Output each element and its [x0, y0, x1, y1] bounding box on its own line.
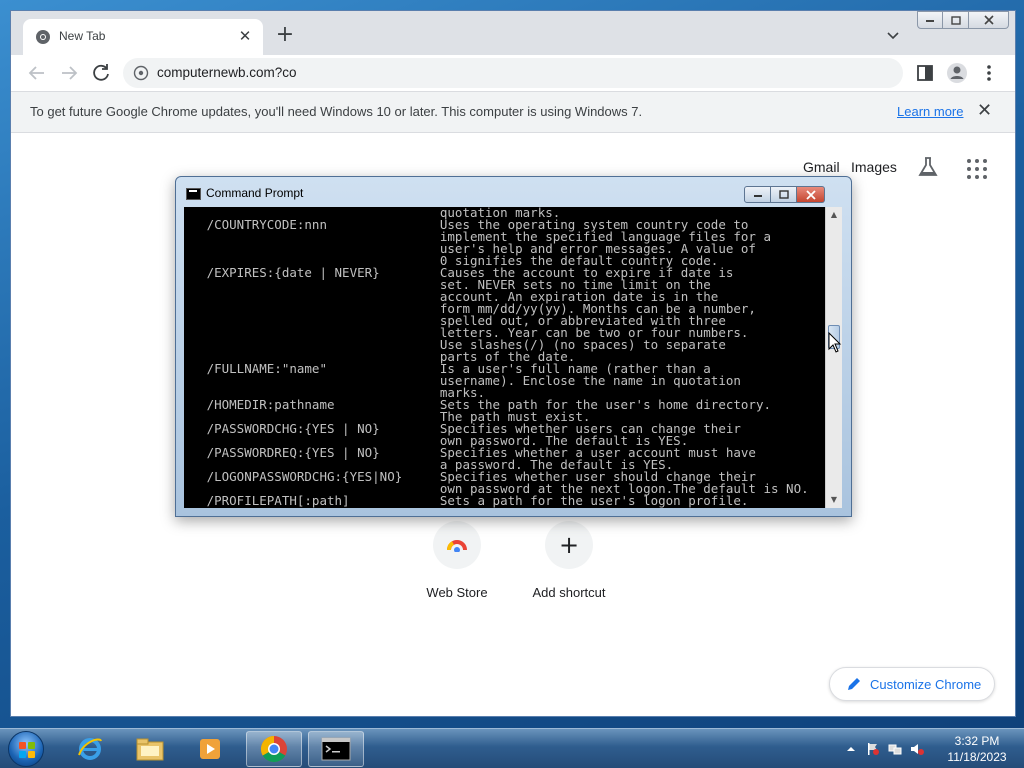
scroll-down-icon[interactable]: ▼ [826, 492, 842, 508]
cmd-scrollbar[interactable]: ▲ ▼ [825, 207, 842, 508]
tab-title: New Tab [59, 29, 106, 43]
gmail-link[interactable]: Gmail [803, 159, 840, 175]
shortcut-label: Web Store [426, 585, 488, 600]
update-infobar: To get future Google Chrome updates, you… [11, 91, 1015, 133]
command-prompt-icon [321, 737, 351, 761]
side-panel-icon[interactable] [913, 61, 937, 85]
infobar-close-icon[interactable]: ✕ [977, 100, 992, 121]
back-arrow-icon[interactable] [25, 61, 49, 85]
taskbar-media-player[interactable] [182, 731, 238, 767]
taskbar-command-prompt[interactable] [308, 731, 364, 767]
chrome-icon [260, 735, 287, 763]
more-menu-icon[interactable] [977, 61, 1001, 85]
taskbar-file-explorer[interactable] [122, 731, 178, 767]
shortcut-label: Add shortcut [532, 585, 606, 600]
mouse-cursor-icon [828, 332, 842, 353]
tab-new-tab[interactable]: New Tab ✕ [23, 19, 263, 55]
shortcut-web-store[interactable]: Web Store [407, 521, 507, 600]
console-line: /PROFILEPATH[:path] Sets a path for the … [184, 493, 749, 508]
images-link[interactable]: Images [851, 159, 897, 175]
tab-search-chevron-icon[interactable] [885, 27, 901, 43]
media-player-icon [200, 739, 220, 759]
labs-flask-icon[interactable] [917, 156, 939, 178]
window-controls [917, 11, 1011, 31]
forward-arrow-icon[interactable] [57, 61, 81, 85]
pencil-icon [848, 678, 860, 690]
show-hidden-icons-icon[interactable] [844, 742, 858, 756]
clock-time: 3:32 PM [954, 734, 1000, 748]
cmd-maximize-button[interactable] [771, 186, 797, 203]
taskbar-internet-explorer[interactable] [62, 731, 118, 767]
network-icon[interactable] [888, 742, 902, 756]
maximize-icon [778, 190, 789, 199]
taskbar-clock[interactable]: 3:32 PM 11/18/2023 [938, 733, 1016, 765]
minimize-button[interactable] [917, 11, 943, 29]
command-prompt-window[interactable]: Command Prompt quotation marks. /COUNTRY… [175, 176, 852, 517]
scroll-up-icon[interactable]: ▲ [826, 207, 842, 223]
tab-close-icon[interactable]: ✕ [237, 27, 253, 45]
volume-muted-icon[interactable] [910, 742, 924, 756]
windows-logo-icon [19, 742, 35, 758]
clock-date: 11/18/2023 [947, 750, 1007, 764]
cmd-minimize-button[interactable] [744, 186, 771, 203]
internet-explorer-icon [78, 738, 102, 760]
close-icon [983, 15, 994, 25]
customize-label: Customize Chrome [870, 677, 982, 692]
url-text[interactable]: computernewb.com?co [157, 65, 297, 80]
console-output[interactable]: quotation marks. /COUNTRYCODE:nnn Uses t… [184, 207, 825, 508]
site-info-icon[interactable] [133, 65, 149, 81]
cmd-app-icon [186, 188, 201, 200]
close-window-button[interactable] [969, 11, 1009, 29]
cmd-title: Command Prompt [206, 186, 304, 200]
minimize-icon [753, 194, 762, 197]
new-tab-button[interactable]: + [273, 24, 297, 48]
maximize-button[interactable] [943, 11, 969, 29]
folder-icon [136, 738, 164, 761]
google-apps-icon[interactable] [967, 159, 987, 179]
learn-more-link[interactable]: Learn more [897, 104, 963, 119]
tab-strip: New Tab ✕ + [11, 11, 1015, 55]
plus-icon: + [545, 521, 593, 569]
browser-toolbar: computernewb.com?co [11, 55, 1015, 91]
infobar-message: To get future Google Chrome updates, you… [30, 104, 643, 119]
reload-icon[interactable] [89, 61, 113, 85]
console-lines: quotation marks. /COUNTRYCODE:nnn Uses t… [184, 207, 825, 507]
close-icon [805, 189, 816, 200]
profile-avatar-icon[interactable] [945, 61, 969, 85]
taskbar-chrome[interactable] [246, 731, 302, 767]
restore-icon [950, 15, 961, 25]
chrome-favicon-icon [36, 30, 50, 44]
cmd-close-button[interactable] [797, 186, 825, 203]
shortcut-add[interactable]: + Add shortcut [519, 521, 619, 600]
webstore-icon [433, 521, 481, 569]
system-tray [844, 737, 924, 761]
address-bar[interactable]: computernewb.com?co [123, 58, 903, 88]
minimize-icon [926, 20, 934, 22]
taskbar: 3:32 PM 11/18/2023 [0, 728, 1024, 768]
customize-chrome-button[interactable]: Customize Chrome [829, 667, 995, 701]
cmd-window-controls [744, 186, 825, 203]
start-button[interactable] [8, 731, 44, 767]
action-center-flag-icon[interactable] [866, 742, 880, 756]
